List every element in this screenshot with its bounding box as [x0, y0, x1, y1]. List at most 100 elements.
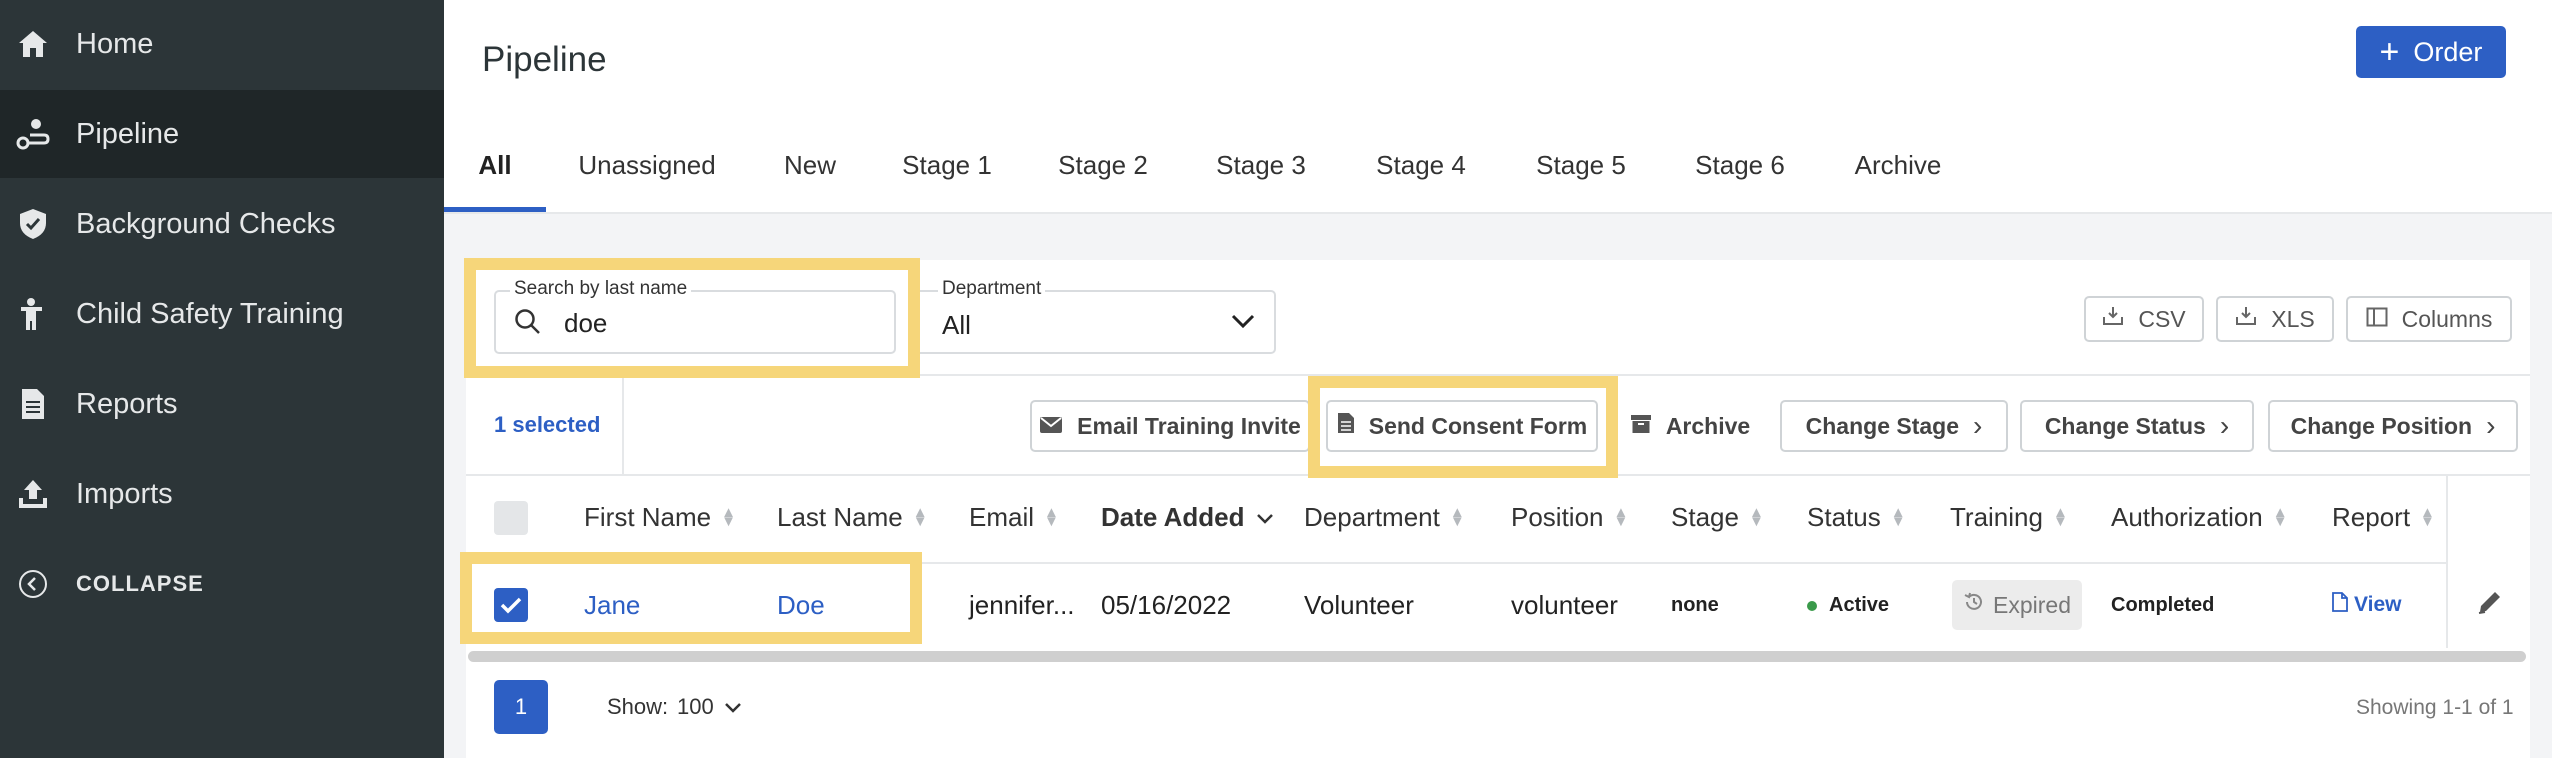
training-badge: Expired [1952, 580, 2082, 630]
column-header-first-name[interactable]: First Name ▲ ▼ [584, 502, 736, 533]
archive-button[interactable]: Archive [1614, 400, 1766, 452]
pencil-icon[interactable] [2476, 588, 2504, 621]
column-header-report[interactable]: Report ▲ ▼ [2332, 502, 2435, 533]
tab-stage-1[interactable]: Stage 1 [902, 150, 992, 181]
page-button-1[interactable]: 1 [494, 680, 548, 734]
sort-icon: ▲ ▼ [1449, 504, 1465, 530]
sidebar-collapse[interactable]: COLLAPSE [0, 540, 444, 628]
sidebar-item-home[interactable]: Home [0, 0, 444, 88]
person-training-icon [16, 297, 50, 331]
cell-last-name[interactable]: Doe [777, 590, 825, 621]
column-header-last-name[interactable]: Last Name ▲ ▼ [777, 502, 928, 533]
tab-stage-2[interactable]: Stage 2 [1058, 150, 1148, 181]
columns-button[interactable]: Columns [2346, 296, 2512, 342]
change-status-button[interactable]: Change Status › [2020, 400, 2254, 452]
sort-desc-icon [1255, 502, 1275, 533]
active-tab-indicator [444, 207, 546, 212]
change-position-button[interactable]: Change Position › [2268, 400, 2518, 452]
selected-count: 1 selected [494, 412, 601, 437]
sidebar-item-label: Pipeline [76, 117, 180, 150]
column-header-label: Department [1304, 502, 1440, 532]
sort-icon: ▲ ▼ [1044, 504, 1059, 530]
horizontal-scrollbar[interactable] [468, 651, 2526, 662]
chevron-right-icon: › [2219, 410, 2230, 441]
tab-all[interactable]: All [478, 150, 511, 181]
view-report-label: View [2354, 593, 2402, 616]
page-size-select[interactable]: 100 [677, 694, 742, 720]
view-report-link[interactable]: View [2332, 592, 2401, 618]
column-header-label: Status [1807, 502, 1881, 532]
chevron-right-icon: › [2486, 410, 2496, 441]
home-icon [16, 27, 50, 61]
xls-button[interactable]: XLS [2216, 296, 2334, 342]
column-header-email[interactable]: Email ▲ ▼ [969, 502, 1059, 533]
column-header-position[interactable]: Position ▲ ▼ [1511, 502, 1628, 533]
plus-icon: + [2379, 33, 2400, 71]
column-header-status[interactable]: Status ▲ ▼ [1807, 502, 1906, 533]
chevron-left-circle-icon [16, 567, 50, 601]
chevron-down-icon [724, 694, 742, 720]
column-header-label: Position [1511, 502, 1604, 532]
row-checkbox[interactable] [494, 588, 528, 622]
send-consent-form-label: Send Consent Form [1368, 412, 1588, 439]
csv-button[interactable]: CSV [2084, 296, 2204, 342]
columns-label: Columns [2401, 305, 2493, 332]
tab-new[interactable]: New [784, 150, 836, 181]
shield-check-icon [16, 207, 50, 241]
sidebar-item-imports[interactable]: Imports [0, 450, 444, 538]
tab-stage-4[interactable]: Stage 4 [1376, 150, 1466, 181]
sidebar-item-pipeline[interactable]: Pipeline [0, 90, 444, 178]
pipeline-icon [16, 117, 50, 151]
change-position-label: Change Position [2290, 412, 2473, 439]
check-icon [500, 597, 522, 614]
column-header-date-added[interactable]: Date Added [1101, 502, 1275, 533]
download-icon [2102, 305, 2124, 333]
sidebar-item-label: Child Safety Training [76, 297, 344, 330]
select-all-checkbox[interactable] [494, 501, 528, 535]
training-label: Expired [1993, 591, 2071, 618]
column-header-department[interactable]: Department ▲ ▼ [1304, 502, 1465, 533]
order-button[interactable]: + Order [2356, 26, 2506, 78]
row-actions-column [2446, 476, 2530, 648]
archive-label: Archive [1665, 412, 1751, 439]
page-header: Pipeline + Order All Unassigned New Stag… [444, 0, 2552, 214]
send-consent-form-button[interactable]: Send Consent Form [1326, 400, 1598, 452]
department-value: All [942, 310, 971, 340]
column-header-label: Stage [1671, 502, 1739, 532]
sidebar-item-reports[interactable]: Reports [0, 360, 444, 448]
column-header-label: Email [969, 502, 1035, 532]
email-training-invite-button[interactable]: Email Training Invite [1030, 400, 1310, 452]
chevron-right-icon: › [1973, 410, 1983, 441]
page-title: Pipeline [482, 40, 607, 79]
cell-first-name[interactable]: Jane [584, 590, 640, 621]
envelope-icon [1039, 413, 1063, 440]
change-stage-button[interactable]: Change Stage › [1780, 400, 2008, 452]
sort-icon: ▲ ▼ [721, 504, 736, 530]
order-button-label: Order [2413, 36, 2483, 67]
history-icon [1963, 591, 1985, 619]
column-header-authorization[interactable]: Authorization ▲ ▼ [2111, 502, 2288, 533]
page-size-value: 100 [677, 694, 714, 719]
sidebar-item-background-checks[interactable]: Background Checks [0, 180, 444, 268]
cell-status: Active [1807, 594, 1889, 617]
tab-unassigned[interactable]: Unassigned [578, 150, 715, 181]
xls-label: XLS [2271, 305, 2315, 332]
search-input[interactable]: Search by last name doe [494, 278, 896, 354]
department-select[interactable]: Department All [918, 278, 1276, 354]
sidebar-item-child-safety-training[interactable]: Child Safety Training [0, 270, 444, 358]
tab-stage-3[interactable]: Stage 3 [1216, 150, 1306, 181]
cell-email: jennifer... [969, 590, 1075, 620]
divider [622, 376, 624, 474]
tab-stage-6[interactable]: Stage 6 [1695, 150, 1785, 181]
column-header-label: Last Name [777, 502, 903, 532]
collapse-label: COLLAPSE [76, 571, 204, 596]
column-header-training[interactable]: Training ▲ ▼ [1950, 502, 2068, 533]
status-dot-icon [1807, 600, 1817, 611]
sort-icon: ▲ ▼ [2052, 504, 2068, 530]
tab-archive[interactable]: Archive [1855, 150, 1942, 181]
column-header-stage[interactable]: Stage ▲ ▼ [1671, 502, 1764, 533]
tab-stage-5[interactable]: Stage 5 [1536, 150, 1626, 181]
change-stage-label: Change Stage [1805, 412, 1960, 439]
columns-icon [2366, 306, 2388, 333]
email-training-invite-label: Email Training Invite [1077, 412, 1301, 439]
